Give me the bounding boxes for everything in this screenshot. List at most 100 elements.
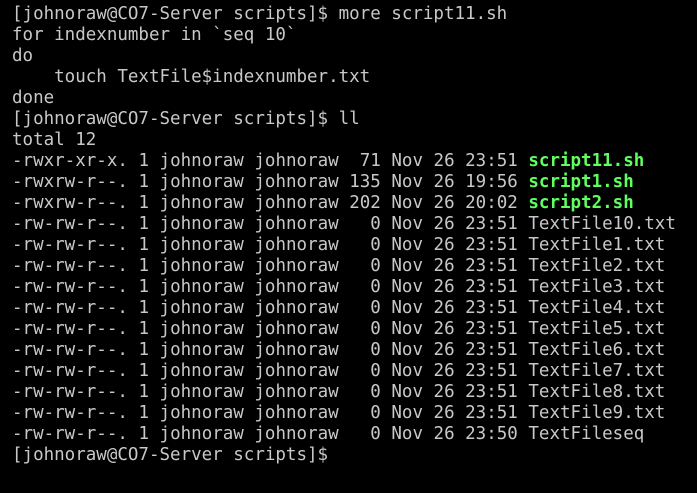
script-line-done: done <box>12 88 55 108</box>
file-link-count: 1 <box>138 214 149 234</box>
listing-row: -rw-rw-r--. 1 johnoraw johnoraw 0 Nov 26… <box>12 319 697 340</box>
file-link-count: 1 <box>138 382 149 402</box>
file-owner: johnoraw <box>159 277 244 297</box>
listing-row: -rwxrw-r--. 1 johnoraw johnoraw 135 Nov … <box>12 172 697 193</box>
file-permissions: -rw-rw-r--. <box>12 424 128 444</box>
file-group: johnoraw <box>254 382 339 402</box>
listing-row: -rw-rw-r--. 1 johnoraw johnoraw 0 Nov 26… <box>12 382 697 403</box>
file-date: Nov 26 23:51 <box>391 403 518 423</box>
file-name: script2.sh <box>528 193 634 213</box>
file-link-count: 1 <box>138 193 149 213</box>
file-date: Nov 26 23:51 <box>391 277 518 297</box>
file-size: 0 <box>349 361 381 381</box>
file-size: 0 <box>349 382 381 402</box>
listing-row: -rwxrw-r--. 1 johnoraw johnoraw 202 Nov … <box>12 193 697 214</box>
file-name: TextFile10.txt <box>528 214 676 234</box>
listing-row: -rw-rw-r--. 1 johnoraw johnoraw 0 Nov 26… <box>12 235 697 256</box>
listing-row: -rwxr-xr-x. 1 johnoraw johnoraw 71 Nov 2… <box>12 151 697 172</box>
file-link-count: 1 <box>138 361 149 381</box>
file-permissions: -rw-rw-r--. <box>12 256 128 276</box>
final-prompt[interactable]: [johnoraw@CO7-Server scripts]$ <box>12 445 697 466</box>
file-name: script1.sh <box>528 172 634 192</box>
file-size: 0 <box>349 298 381 318</box>
file-date: Nov 26 23:51 <box>391 214 518 234</box>
file-date: Nov 26 23:51 <box>391 340 518 360</box>
final-prompt-text: [johnoraw@CO7-Server scripts]$ <box>12 445 329 465</box>
file-group: johnoraw <box>254 214 339 234</box>
file-link-count: 1 <box>138 256 149 276</box>
file-owner: johnoraw <box>159 172 244 192</box>
file-date: Nov 26 23:50 <box>391 424 518 444</box>
file-permissions: -rw-rw-r--. <box>12 382 128 402</box>
file-owner: johnoraw <box>159 235 244 255</box>
file-name: TextFile1.txt <box>528 235 666 255</box>
file-group: johnoraw <box>254 361 339 381</box>
file-group: johnoraw <box>254 172 339 192</box>
file-date: Nov 26 23:51 <box>391 361 518 381</box>
file-owner: johnoraw <box>159 256 244 276</box>
file-permissions: -rwxrw-r--. <box>12 193 128 213</box>
file-group: johnoraw <box>254 277 339 297</box>
file-permissions: -rw-rw-r--. <box>12 340 128 360</box>
file-link-count: 1 <box>138 424 149 444</box>
file-date: Nov 26 20:02 <box>391 193 518 213</box>
file-owner: johnoraw <box>159 193 244 213</box>
listing-total: total 12 <box>12 130 97 150</box>
file-owner: johnoraw <box>159 361 244 381</box>
listing-row: -rw-rw-r--. 1 johnoraw johnoraw 0 Nov 26… <box>12 256 697 277</box>
file-size: 135 <box>349 172 381 192</box>
file-permissions: -rwxr-xr-x. <box>12 151 128 171</box>
file-date: Nov 26 23:51 <box>391 235 518 255</box>
file-permissions: -rw-rw-r--. <box>12 361 128 381</box>
file-name: TextFile5.txt <box>528 319 666 339</box>
file-group: johnoraw <box>254 235 339 255</box>
file-listing: -rwxr-xr-x. 1 johnoraw johnoraw 71 Nov 2… <box>12 151 697 445</box>
file-name: TextFile4.txt <box>528 298 666 318</box>
file-link-count: 1 <box>138 340 149 360</box>
file-link-count: 1 <box>138 172 149 192</box>
file-owner: johnoraw <box>159 319 244 339</box>
file-owner: johnoraw <box>159 298 244 318</box>
file-name: TextFile7.txt <box>528 361 666 381</box>
file-permissions: -rwxrw-r--. <box>12 172 128 192</box>
listing-row: -rw-rw-r--. 1 johnoraw johnoraw 0 Nov 26… <box>12 277 697 298</box>
file-group: johnoraw <box>254 193 339 213</box>
listing-row: -rw-rw-r--. 1 johnoraw johnoraw 0 Nov 26… <box>12 298 697 319</box>
file-owner: johnoraw <box>159 382 244 402</box>
file-date: Nov 26 23:51 <box>391 319 518 339</box>
file-size: 202 <box>349 193 381 213</box>
file-link-count: 1 <box>138 319 149 339</box>
file-permissions: -rw-rw-r--. <box>12 277 128 297</box>
file-size: 0 <box>349 256 381 276</box>
file-group: johnoraw <box>254 256 339 276</box>
file-name: script11.sh <box>528 151 645 171</box>
file-group: johnoraw <box>254 298 339 318</box>
file-size: 0 <box>349 403 381 423</box>
prompt-ll-command: [johnoraw@CO7-Server scripts]$ ll <box>12 109 360 129</box>
file-date: Nov 26 23:51 <box>391 382 518 402</box>
file-link-count: 1 <box>138 235 149 255</box>
file-permissions: -rw-rw-r--. <box>12 235 128 255</box>
listing-row: -rw-rw-r--. 1 johnoraw johnoraw 0 Nov 26… <box>12 403 697 424</box>
file-size: 0 <box>349 424 381 444</box>
file-permissions: -rw-rw-r--. <box>12 298 128 318</box>
file-date: Nov 26 23:51 <box>391 298 518 318</box>
file-name: TextFile9.txt <box>528 403 666 423</box>
script-line-do: do <box>12 46 34 66</box>
file-permissions: -rw-rw-r--. <box>12 214 128 234</box>
file-owner: johnoraw <box>159 340 244 360</box>
prompt-more-command: [johnoraw@CO7-Server scripts]$ more scri… <box>12 4 508 24</box>
file-group: johnoraw <box>254 424 339 444</box>
file-name: TextFileseq <box>528 424 645 444</box>
listing-row: -rw-rw-r--. 1 johnoraw johnoraw 0 Nov 26… <box>12 340 697 361</box>
file-owner: johnoraw <box>159 424 244 444</box>
file-owner: johnoraw <box>159 403 244 423</box>
file-link-count: 1 <box>138 277 149 297</box>
file-name: TextFile6.txt <box>528 340 666 360</box>
listing-row: -rw-rw-r--. 1 johnoraw johnoraw 0 Nov 26… <box>12 424 697 445</box>
file-group: johnoraw <box>254 403 339 423</box>
file-size: 0 <box>349 214 381 234</box>
terminal-window[interactable]: [johnoraw@CO7-Server scripts]$ more scri… <box>0 0 697 493</box>
file-link-count: 1 <box>138 151 149 171</box>
file-date: Nov 26 23:51 <box>391 256 518 276</box>
